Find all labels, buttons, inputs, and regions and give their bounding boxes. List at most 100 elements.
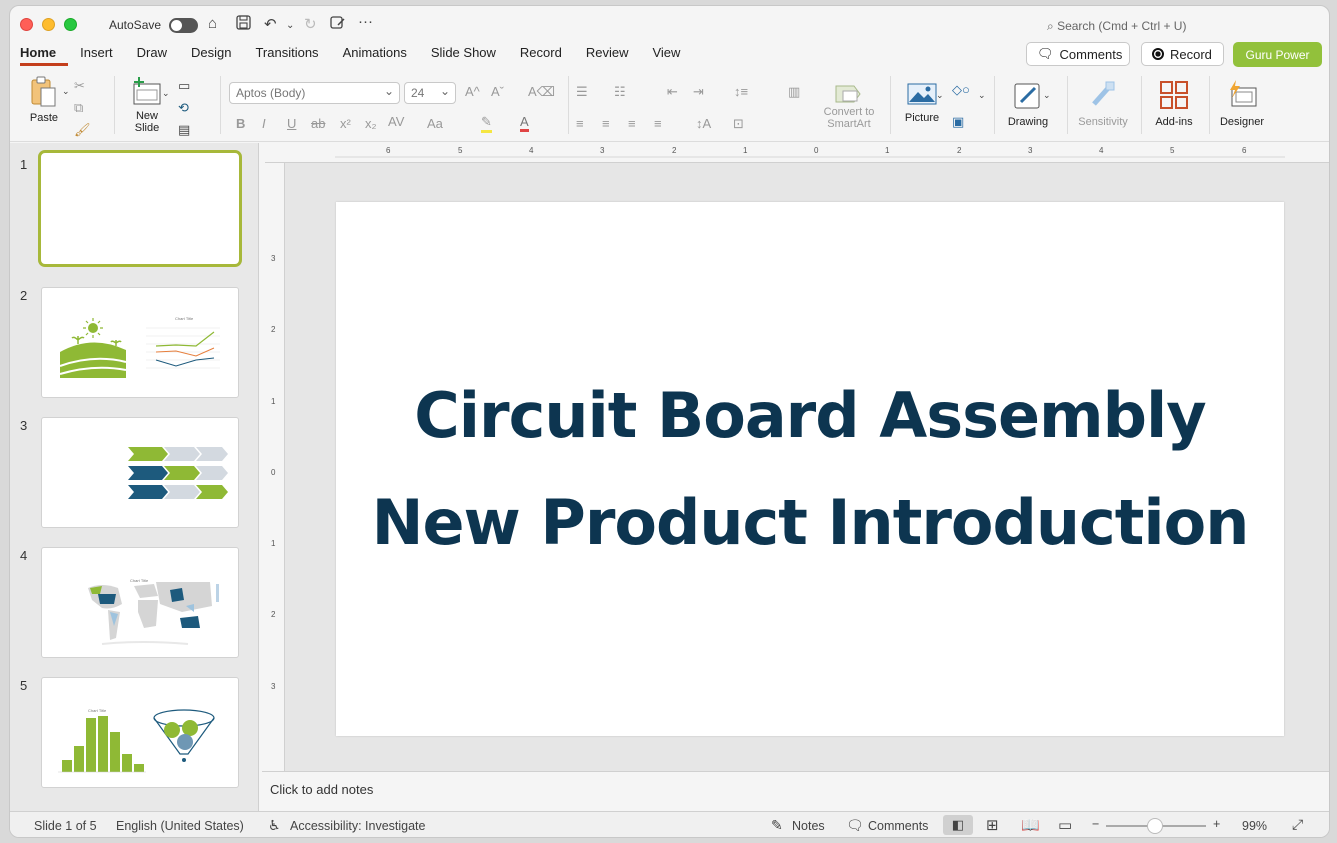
text-direction-icon[interactable]: ↕A — [696, 116, 711, 131]
layout-icon[interactable]: ▭ — [178, 78, 190, 94]
undo-dropdown-icon[interactable]: ⌄ — [286, 20, 294, 31]
shapes-dropdown-icon[interactable]: ⌄ — [978, 90, 986, 101]
decrease-indent-icon[interactable]: ⇤ — [667, 84, 678, 100]
picture-dropdown-icon[interactable]: ⌄ — [936, 90, 944, 101]
strikethrough-icon[interactable]: ab — [311, 116, 325, 131]
drawing-button[interactable]: Drawing — [1003, 80, 1053, 128]
tab-design[interactable]: Design — [191, 44, 243, 66]
slide-title[interactable]: Circuit Board Assembly New Product Intro… — [370, 362, 1250, 576]
more-icon[interactable]: ··· — [358, 13, 373, 30]
ruler-label: 3 — [1028, 146, 1033, 155]
increase-font-icon[interactable]: A^ — [465, 84, 480, 99]
customize-icon[interactable] — [330, 15, 346, 33]
numbering-icon[interactable]: ☷ — [614, 84, 626, 100]
sensitivity-button[interactable]: Sensitivity — [1074, 80, 1132, 128]
underline-icon[interactable]: U — [287, 116, 296, 131]
paste-dropdown-icon[interactable]: ⌄ — [62, 86, 70, 97]
character-spacing-icon[interactable]: AV — [388, 114, 404, 129]
increase-indent-icon[interactable]: ⇥ — [693, 84, 704, 100]
slide-thumbnail-4[interactable]: Chart Title — [41, 547, 239, 658]
decrease-font-icon[interactable]: Aˇ — [491, 84, 504, 99]
shapes-icon[interactable]: ◇○ — [952, 82, 970, 98]
convert-smartart-button[interactable]: Convert to SmartArt — [819, 82, 879, 130]
tab-animations[interactable]: Animations — [343, 44, 419, 66]
guru-power-button[interactable]: Guru Power — [1233, 42, 1322, 67]
comments-button[interactable]: 🗨 Comments — [1026, 42, 1130, 66]
zoom-level[interactable]: 99% — [1242, 819, 1267, 833]
tab-home[interactable]: Home — [20, 44, 69, 66]
font-size-dropdown[interactable]: 24 — [404, 82, 456, 104]
tab-view[interactable]: View — [652, 44, 692, 66]
drawing-dropdown-icon[interactable]: ⌄ — [1043, 90, 1051, 101]
tab-draw[interactable]: Draw — [137, 44, 179, 66]
undo-icon[interactable]: ↶ — [264, 15, 277, 33]
comments-status-icon[interactable]: 🗨 — [846, 817, 864, 834]
subscript-icon[interactable]: x₂ — [365, 116, 377, 131]
tab-insert[interactable]: Insert — [80, 44, 125, 66]
notes-pane[interactable]: Click to add notes — [262, 771, 1329, 811]
tab-review[interactable]: Review — [586, 44, 641, 66]
bold-icon[interactable]: B — [236, 116, 245, 131]
font-color-icon[interactable]: A — [520, 114, 529, 132]
zoom-out-button[interactable]: − — [1092, 817, 1099, 831]
normal-view-icon[interactable]: ◧ — [943, 815, 973, 835]
tab-record[interactable]: Record — [520, 44, 574, 66]
slide-thumbnail-5[interactable]: Chart Title — [41, 677, 239, 788]
superscript-icon[interactable]: x² — [340, 116, 351, 131]
clear-format-icon[interactable]: A⌫ — [528, 84, 555, 100]
change-case-icon[interactable]: Aa — [427, 116, 443, 131]
tab-transitions[interactable]: Transitions — [255, 44, 330, 66]
accessibility-status[interactable]: Accessibility: Investigate — [290, 819, 425, 833]
language-indicator[interactable]: English (United States) — [116, 819, 244, 833]
new-slide-dropdown-icon[interactable]: ⌄ — [162, 88, 170, 99]
new-slide-button[interactable]: New Slide — [126, 76, 168, 134]
slide-thumbnail-2[interactable]: Chart Title — [41, 287, 239, 398]
redo-icon[interactable]: ↻ — [304, 15, 317, 33]
search-icon: ⌕ — [1047, 19, 1054, 33]
notes-toggle[interactable]: Notes — [792, 819, 825, 833]
columns-icon[interactable]: ▥ — [788, 84, 800, 100]
zoom-in-button[interactable]: + — [1213, 817, 1220, 831]
cut-icon[interactable]: ✂ — [74, 78, 85, 94]
align-right-icon[interactable]: ≡ — [628, 116, 636, 131]
text-box-icon[interactable]: ▣ — [952, 114, 964, 130]
slide-sorter-icon[interactable]: ⊞ — [986, 816, 999, 834]
designer-button[interactable]: Designer — [1216, 80, 1268, 128]
fit-slide-icon[interactable]: ⤢ — [1292, 816, 1303, 833]
slide-thumbnail-3[interactable] — [41, 417, 239, 528]
highlight-icon[interactable]: ✎ — [481, 114, 492, 133]
bullets-icon[interactable]: ☰ — [576, 84, 588, 100]
justify-icon[interactable]: ≡ — [654, 116, 662, 131]
picture-button[interactable]: Picture — [900, 82, 944, 124]
autosave-toggle[interactable] — [169, 18, 198, 33]
search-field[interactable]: ⌕ Search (Cmd + Ctrl + U) — [1047, 19, 1186, 34]
minimize-window-button[interactable] — [42, 18, 55, 31]
format-painter-icon[interactable]: 🖌 — [74, 122, 91, 138]
copy-icon[interactable]: ⧉ — [74, 100, 83, 116]
save-icon[interactable] — [236, 15, 251, 33]
paste-button[interactable]: Paste — [26, 76, 62, 124]
align-center-icon[interactable]: ≡ — [602, 116, 610, 131]
slide-thumbnail-1[interactable] — [38, 150, 242, 267]
notes-icon[interactable]: ✎ — [771, 817, 783, 834]
line-spacing-icon[interactable]: ↕≡ — [734, 84, 748, 99]
align-left-icon[interactable]: ≡ — [576, 116, 584, 131]
font-name-dropdown[interactable]: Aptos (Body) — [229, 82, 400, 104]
align-text-icon[interactable]: ⊡ — [733, 116, 744, 132]
record-button[interactable]: Record — [1141, 42, 1224, 66]
zoom-window-button[interactable] — [64, 18, 77, 31]
zoom-slider-handle[interactable] — [1147, 818, 1163, 834]
current-slide[interactable]: Circuit Board Assembly New Product Intro… — [336, 202, 1284, 736]
accessibility-icon[interactable]: ♿ — [268, 817, 281, 834]
home-icon[interactable]: ⌂ — [208, 15, 217, 32]
ruler-label: 3 — [271, 682, 276, 691]
close-window-button[interactable] — [20, 18, 33, 31]
section-icon[interactable]: ▤ — [178, 122, 190, 138]
add-ins-button[interactable]: Add-ins — [1150, 80, 1198, 128]
slide-show-icon[interactable]: ▭ — [1058, 816, 1072, 834]
tab-slide-show[interactable]: Slide Show — [431, 44, 508, 66]
reset-icon[interactable]: ⟲ — [178, 100, 189, 116]
italic-icon[interactable]: I — [262, 116, 266, 131]
comments-toggle[interactable]: Comments — [868, 819, 928, 833]
reading-view-icon[interactable]: 📖 — [1021, 816, 1040, 834]
